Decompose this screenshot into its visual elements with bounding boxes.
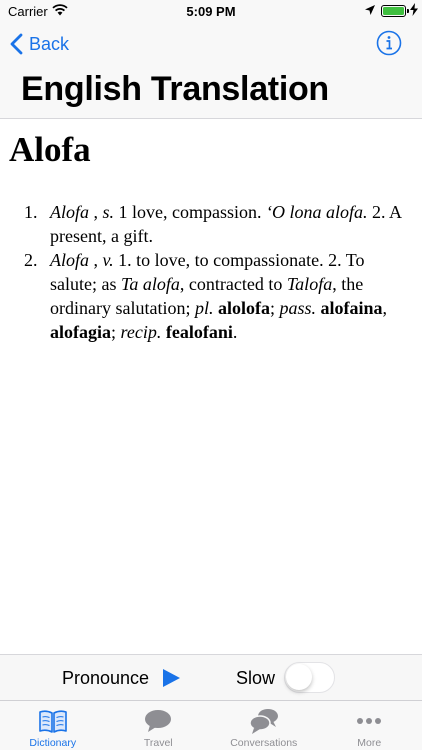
entry-content: Alofa 1. Alofa , s. 1 love, compassion. ‘… [0, 120, 422, 654]
status-bar: Carrier 5:09 PM [0, 0, 422, 22]
book-icon [38, 710, 67, 733]
definition-text: pl. [194, 298, 214, 318]
definition-text: , [89, 202, 103, 222]
conversation-bubbles-icon [249, 709, 278, 734]
definition-text: , contracted to [179, 274, 287, 294]
definition-text: Ta alofa [120, 274, 180, 294]
more-dots-icon [357, 718, 382, 724]
battery-icon [381, 5, 409, 17]
definition-number: 2. [24, 250, 38, 270]
definition-text: alofagia [50, 322, 111, 342]
back-button[interactable]: Back [10, 30, 69, 58]
info-icon [376, 30, 402, 56]
definition-text: fealofani [165, 322, 233, 342]
pronounce-bar: Pronounce Slow [0, 654, 422, 700]
definition-text: alofaina [320, 298, 383, 318]
chevron-left-icon [10, 33, 23, 55]
speech-bubble-icon [145, 710, 172, 732]
definition-text: Alofa [50, 202, 89, 222]
definition-text: Alofa [50, 250, 89, 270]
definition-item: 2. Alofa , v. 1. to love, to compassionat… [24, 248, 416, 344]
toggle-knob [286, 664, 312, 690]
page-title: English Translation [21, 70, 329, 108]
definition-text: ‘O lona alofa. [266, 202, 368, 222]
slow-toggle[interactable] [284, 662, 335, 693]
definition-text: recip. [120, 322, 162, 342]
definition-number: 1. [24, 202, 38, 222]
pronounce-label: Pronounce [62, 668, 150, 688]
entry-headword: Alofa [9, 130, 91, 169]
tab-dictionary[interactable]: Dictionary [0, 701, 106, 750]
tab-travel[interactable]: Travel [106, 701, 212, 750]
slow-label: Slow [236, 668, 276, 688]
tab-more-label: More [357, 737, 382, 749]
tab-conversations-label: Conversations [230, 737, 298, 749]
definition-text: , [89, 250, 103, 270]
tab-bar: Dictionary Travel Conversations More [0, 700, 422, 750]
tab-travel-label: Travel [143, 737, 173, 749]
charging-bolt-icon [410, 3, 418, 19]
definition-text: 1 love, compassion. [114, 202, 266, 222]
definition-text: pass. [279, 298, 317, 318]
navigation-bar: Back [0, 22, 422, 66]
play-icon [163, 669, 180, 687]
definition-list: 1. Alofa , s. 1 love, compassion. ‘O lona… [24, 200, 416, 344]
definition-item: 1. Alofa , s. 1 love, compassion. ‘O lona… [24, 200, 416, 248]
location-arrow-icon [364, 4, 376, 19]
header: Carrier 5:09 PM Back English Translation [0, 0, 422, 119]
definition-text: ; [111, 322, 121, 342]
play-button[interactable] [158, 665, 184, 691]
definition-text: v. [102, 250, 114, 270]
info-button[interactable] [376, 30, 402, 56]
back-label: Back [29, 33, 70, 54]
definition-text: s. [102, 202, 115, 222]
definition-text: Talofa [286, 274, 333, 294]
definition-text: alolofa [217, 298, 270, 318]
tab-conversations[interactable]: Conversations [211, 701, 317, 750]
definition-text: ; [269, 298, 280, 318]
definition-text: . [232, 322, 238, 342]
tab-more[interactable]: More [317, 701, 422, 750]
definition-text: , [382, 298, 388, 318]
tab-dictionary-label: Dictionary [29, 737, 77, 749]
status-time: 5:09 PM [186, 4, 236, 19]
